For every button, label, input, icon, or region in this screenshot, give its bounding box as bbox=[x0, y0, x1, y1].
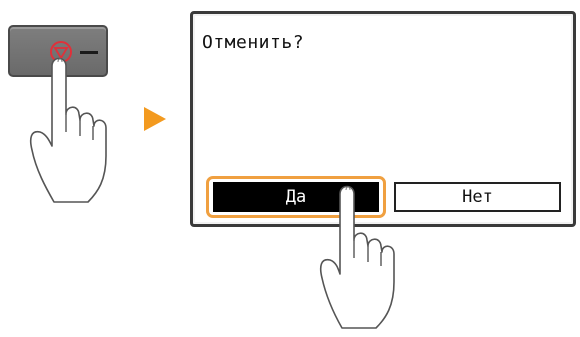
hand-tap-icon bbox=[319, 185, 395, 329]
hand-pointer-icon bbox=[29, 57, 107, 203]
no-button-label: Нет bbox=[462, 187, 493, 207]
illustration: Отменить? Да Нет bbox=[0, 0, 580, 337]
yes-button-label: Да bbox=[285, 187, 307, 207]
play-arrow-icon bbox=[144, 107, 166, 131]
cancel-prompt: Отменить? bbox=[202, 32, 305, 53]
